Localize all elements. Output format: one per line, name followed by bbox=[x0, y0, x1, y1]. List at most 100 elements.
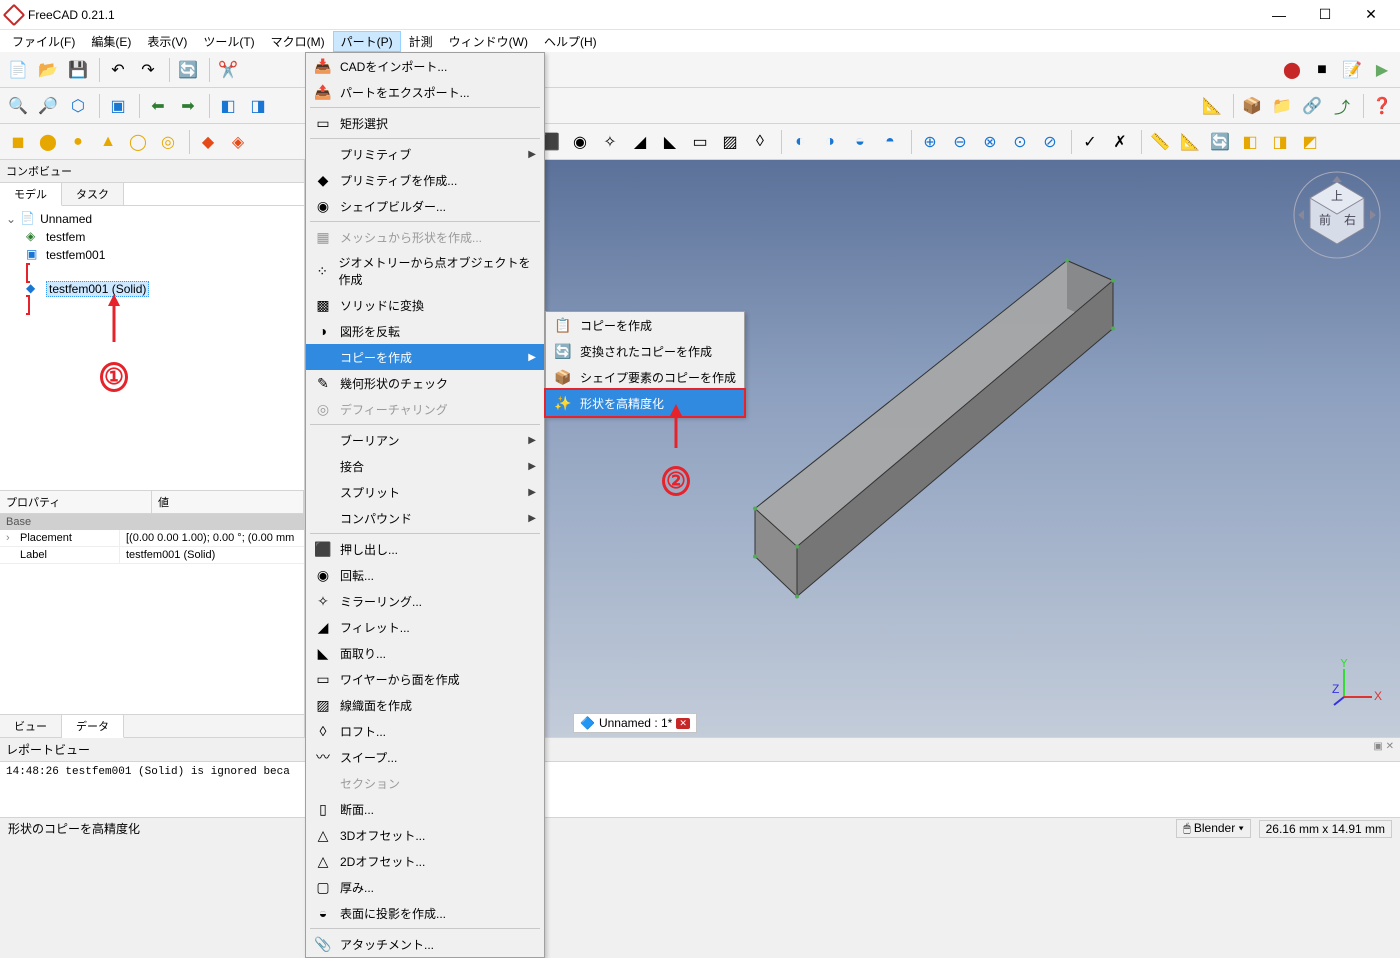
menu-item[interactable]: コンパウンド▶ bbox=[306, 505, 544, 531]
menu-item[interactable]: ▢厚み... bbox=[306, 874, 544, 900]
menu-item[interactable]: ◑図形を反転 bbox=[306, 318, 544, 344]
menu-item[interactable]: コピーを作成▶ bbox=[306, 344, 544, 370]
torus-button[interactable]: ◯ bbox=[124, 128, 152, 156]
refresh-button[interactable]: 🔄 bbox=[174, 56, 202, 84]
close-tab-icon[interactable]: ✕ bbox=[676, 718, 690, 729]
maximize-button[interactable]: ☐ bbox=[1302, 0, 1348, 30]
m4-button[interactable]: ◧ bbox=[1236, 128, 1264, 156]
part-button[interactable]: 📦 bbox=[1238, 92, 1266, 120]
bool2-button[interactable]: ◑ bbox=[816, 128, 844, 156]
tree-item-testfem001[interactable]: ▣ testfem001 bbox=[6, 246, 298, 264]
menu-item[interactable]: 〰スイープ... bbox=[306, 744, 544, 770]
sphere-button[interactable]: ● bbox=[64, 128, 92, 156]
bool3-button[interactable]: ◒ bbox=[846, 128, 874, 156]
front-view-button[interactable]: ▣ bbox=[104, 92, 132, 120]
new-file-button[interactable]: 📄 bbox=[4, 56, 32, 84]
prim-button[interactable]: ◆ bbox=[194, 128, 222, 156]
menu-item[interactable]: ◢フィレット... bbox=[306, 614, 544, 640]
group-button[interactable]: 📁 bbox=[1268, 92, 1296, 120]
tree-item-testfem001-solid[interactable]: ◆ testfem001 (Solid) bbox=[26, 280, 298, 298]
menu-edit[interactable]: 編集(E) bbox=[83, 31, 139, 52]
open-file-button[interactable]: 📂 bbox=[34, 56, 62, 84]
mirror-button[interactable]: ✧ bbox=[596, 128, 624, 156]
menu-item[interactable]: ブーリアン▶ bbox=[306, 427, 544, 453]
tree-item-testfem[interactable]: ◈ testfem bbox=[6, 228, 298, 246]
menu-item[interactable]: ▭ワイヤーから面を作成 bbox=[306, 666, 544, 692]
join5-button[interactable]: ⊘ bbox=[1036, 128, 1064, 156]
menu-help[interactable]: ヘルプ(H) bbox=[536, 31, 605, 52]
tube-button[interactable]: ◎ bbox=[154, 128, 182, 156]
m2-button[interactable]: 📐 bbox=[1176, 128, 1204, 156]
menu-item[interactable]: 📤パートをエクスポート... bbox=[306, 79, 544, 105]
menu-part[interactable]: パート(P) bbox=[333, 31, 401, 52]
menu-item[interactable]: 接合▶ bbox=[306, 453, 544, 479]
join4-button[interactable]: ⊙ bbox=[1006, 128, 1034, 156]
nav-right-button[interactable]: ➡ bbox=[174, 92, 202, 120]
play-button[interactable]: ▶ bbox=[1368, 56, 1396, 84]
revolve-button[interactable]: ◉ bbox=[566, 128, 594, 156]
ruled-button[interactable]: ▨ bbox=[716, 128, 744, 156]
menu-item[interactable]: スプリット▶ bbox=[306, 479, 544, 505]
prop-row-label[interactable]: Label testfem001 (Solid) bbox=[0, 547, 304, 564]
fit-selection-button[interactable]: 🔎 bbox=[34, 92, 62, 120]
menu-item[interactable]: ◣面取り... bbox=[306, 640, 544, 666]
menu-item[interactable]: ▭矩形選択 bbox=[306, 110, 544, 136]
defeature-button[interactable]: ✗ bbox=[1106, 128, 1134, 156]
tab-task[interactable]: タスク bbox=[62, 183, 124, 205]
menu-item[interactable]: ◉シェイプビルダー... bbox=[306, 193, 544, 219]
menu-item[interactable]: ▨線織面を作成 bbox=[306, 692, 544, 718]
menu-item[interactable]: ▩ソリッドに変換 bbox=[306, 292, 544, 318]
link2-button[interactable]: ⤴ bbox=[1328, 92, 1356, 120]
link-button[interactable]: 🔗 bbox=[1298, 92, 1326, 120]
menu-tools[interactable]: ツール(T) bbox=[195, 31, 262, 52]
menu-item[interactable]: ◆プリミティブを作成... bbox=[306, 167, 544, 193]
cube-button[interactable]: ◼ bbox=[4, 128, 32, 156]
menu-item[interactable]: ◊ロフト... bbox=[306, 718, 544, 744]
menu-window[interactable]: ウィンドウ(W) bbox=[441, 31, 536, 52]
measure-button[interactable]: 📐 bbox=[1198, 92, 1226, 120]
whatsthis-button[interactable]: ❓ bbox=[1368, 92, 1396, 120]
redo-button[interactable]: ↷ bbox=[134, 56, 162, 84]
join1-button[interactable]: ⊕ bbox=[916, 128, 944, 156]
tab-data[interactable]: データ bbox=[62, 715, 124, 738]
view-cube2-button[interactable]: ◨ bbox=[244, 92, 272, 120]
menu-item[interactable]: 📎アタッチメント... bbox=[306, 931, 544, 957]
tab-model[interactable]: モデル bbox=[0, 183, 62, 206]
document-tab[interactable]: 🔷 Unnamed : 1* ✕ bbox=[573, 713, 697, 733]
bool4-button[interactable]: ◓ bbox=[876, 128, 904, 156]
fit-all-button[interactable]: 🔍 bbox=[4, 92, 32, 120]
submenu-item[interactable]: 📋コピーを作成 bbox=[546, 312, 744, 338]
menu-item[interactable]: ✎幾何形状のチェック bbox=[306, 370, 544, 396]
minimize-button[interactable]: — bbox=[1256, 0, 1302, 30]
cone-button[interactable]: ▲ bbox=[94, 128, 122, 156]
menu-file[interactable]: ファイル(F) bbox=[4, 31, 83, 52]
close-button[interactable]: ✕ bbox=[1348, 0, 1394, 30]
menu-item[interactable]: ▯断面... bbox=[306, 796, 544, 822]
menu-macro[interactable]: マクロ(M) bbox=[263, 31, 333, 52]
report-dock-icon[interactable]: ▣ ✕ bbox=[1373, 741, 1394, 758]
menu-view[interactable]: 表示(V) bbox=[139, 31, 195, 52]
tab-view[interactable]: ビュー bbox=[0, 715, 62, 737]
menu-item[interactable]: ◒表面に投影を作成... bbox=[306, 900, 544, 926]
m6-button[interactable]: ◩ bbox=[1296, 128, 1324, 156]
menu-item[interactable]: ◉回転... bbox=[306, 562, 544, 588]
cut-button[interactable]: ✂️ bbox=[214, 56, 242, 84]
check-button[interactable]: ✓ bbox=[1076, 128, 1104, 156]
menu-item[interactable]: 📥CADをインポート... bbox=[306, 53, 544, 79]
menu-item[interactable]: △2Dオフセット... bbox=[306, 848, 544, 874]
undo-button[interactable]: ↶ bbox=[104, 56, 132, 84]
navigation-cube[interactable]: 上 前 右 bbox=[1292, 170, 1382, 260]
face-button[interactable]: ▭ bbox=[686, 128, 714, 156]
join3-button[interactable]: ⊗ bbox=[976, 128, 1004, 156]
m5-button[interactable]: ◨ bbox=[1266, 128, 1294, 156]
fillet-button[interactable]: ◢ bbox=[626, 128, 654, 156]
stop-icon[interactable]: ■ bbox=[1308, 56, 1336, 84]
loft-button[interactable]: ◊ bbox=[746, 128, 774, 156]
menu-item[interactable]: ✧ミラーリング... bbox=[306, 588, 544, 614]
view-cube-button[interactable]: ◧ bbox=[214, 92, 242, 120]
nav-left-button[interactable]: ⬅ bbox=[144, 92, 172, 120]
menu-measure[interactable]: 計測 bbox=[401, 31, 441, 52]
builder-button[interactable]: ◈ bbox=[224, 128, 252, 156]
m3-button[interactable]: 🔄 bbox=[1206, 128, 1234, 156]
m1-button[interactable]: 📏 bbox=[1146, 128, 1174, 156]
